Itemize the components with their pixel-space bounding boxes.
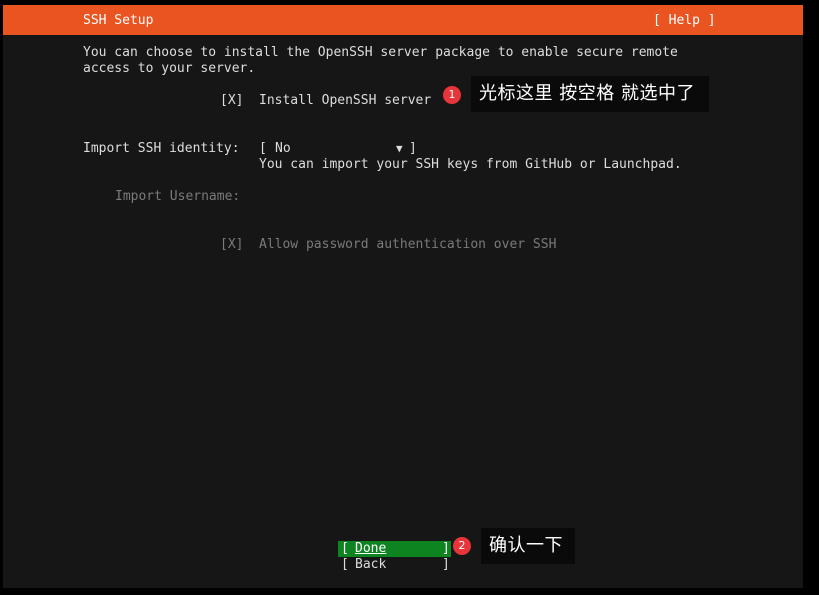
back-label: Back <box>355 557 387 572</box>
import-username-label: Import Username: <box>115 189 241 204</box>
install-openssh-checkbox[interactable]: [X] <box>220 93 243 109</box>
screen: SSH Setup [ Help ] You can choose to ins… <box>0 0 819 595</box>
import-ssh-identity-label: Import SSH identity: <box>83 141 240 156</box>
done-bracket-close: ] <box>442 541 450 556</box>
annotation-note-1: 光标这里 按空格 就选中了 <box>471 76 709 112</box>
done-bracket-open: [ <box>341 541 349 556</box>
intro-text-line-2: access to your server. <box>83 61 256 76</box>
back-bracket-open: [ <box>341 557 349 572</box>
select-value: No <box>275 141 291 156</box>
import-ssh-identity-help: You can import your SSH keys from GitHub… <box>259 157 682 172</box>
allow-password-checkbox: [X] <box>220 237 244 252</box>
page-title: SSH Setup <box>83 13 154 28</box>
intro-text-line-1: You can choose to install the OpenSSH se… <box>83 45 678 60</box>
back-bracket-close: ] <box>442 557 450 572</box>
select-bracket-close: ] <box>409 141 417 156</box>
select-bracket-open: [ <box>259 141 267 156</box>
annotation-badge-1: 1 <box>443 86 461 104</box>
done-button[interactable]: [ Done ] <box>338 541 451 557</box>
annotation-badge-2: 2 <box>453 537 471 555</box>
dropdown-arrow-icon: ▼ <box>396 142 403 155</box>
back-button[interactable]: [ Back ] <box>338 557 451 573</box>
annotation-note-2: 确认一下 <box>481 528 575 564</box>
allow-password-label: Allow password authentication over SSH <box>259 237 557 252</box>
help-button[interactable]: [ Help ] <box>653 13 716 29</box>
install-openssh-label[interactable]: Install OpenSSH server <box>259 93 431 109</box>
done-label: Done <box>355 541 387 556</box>
